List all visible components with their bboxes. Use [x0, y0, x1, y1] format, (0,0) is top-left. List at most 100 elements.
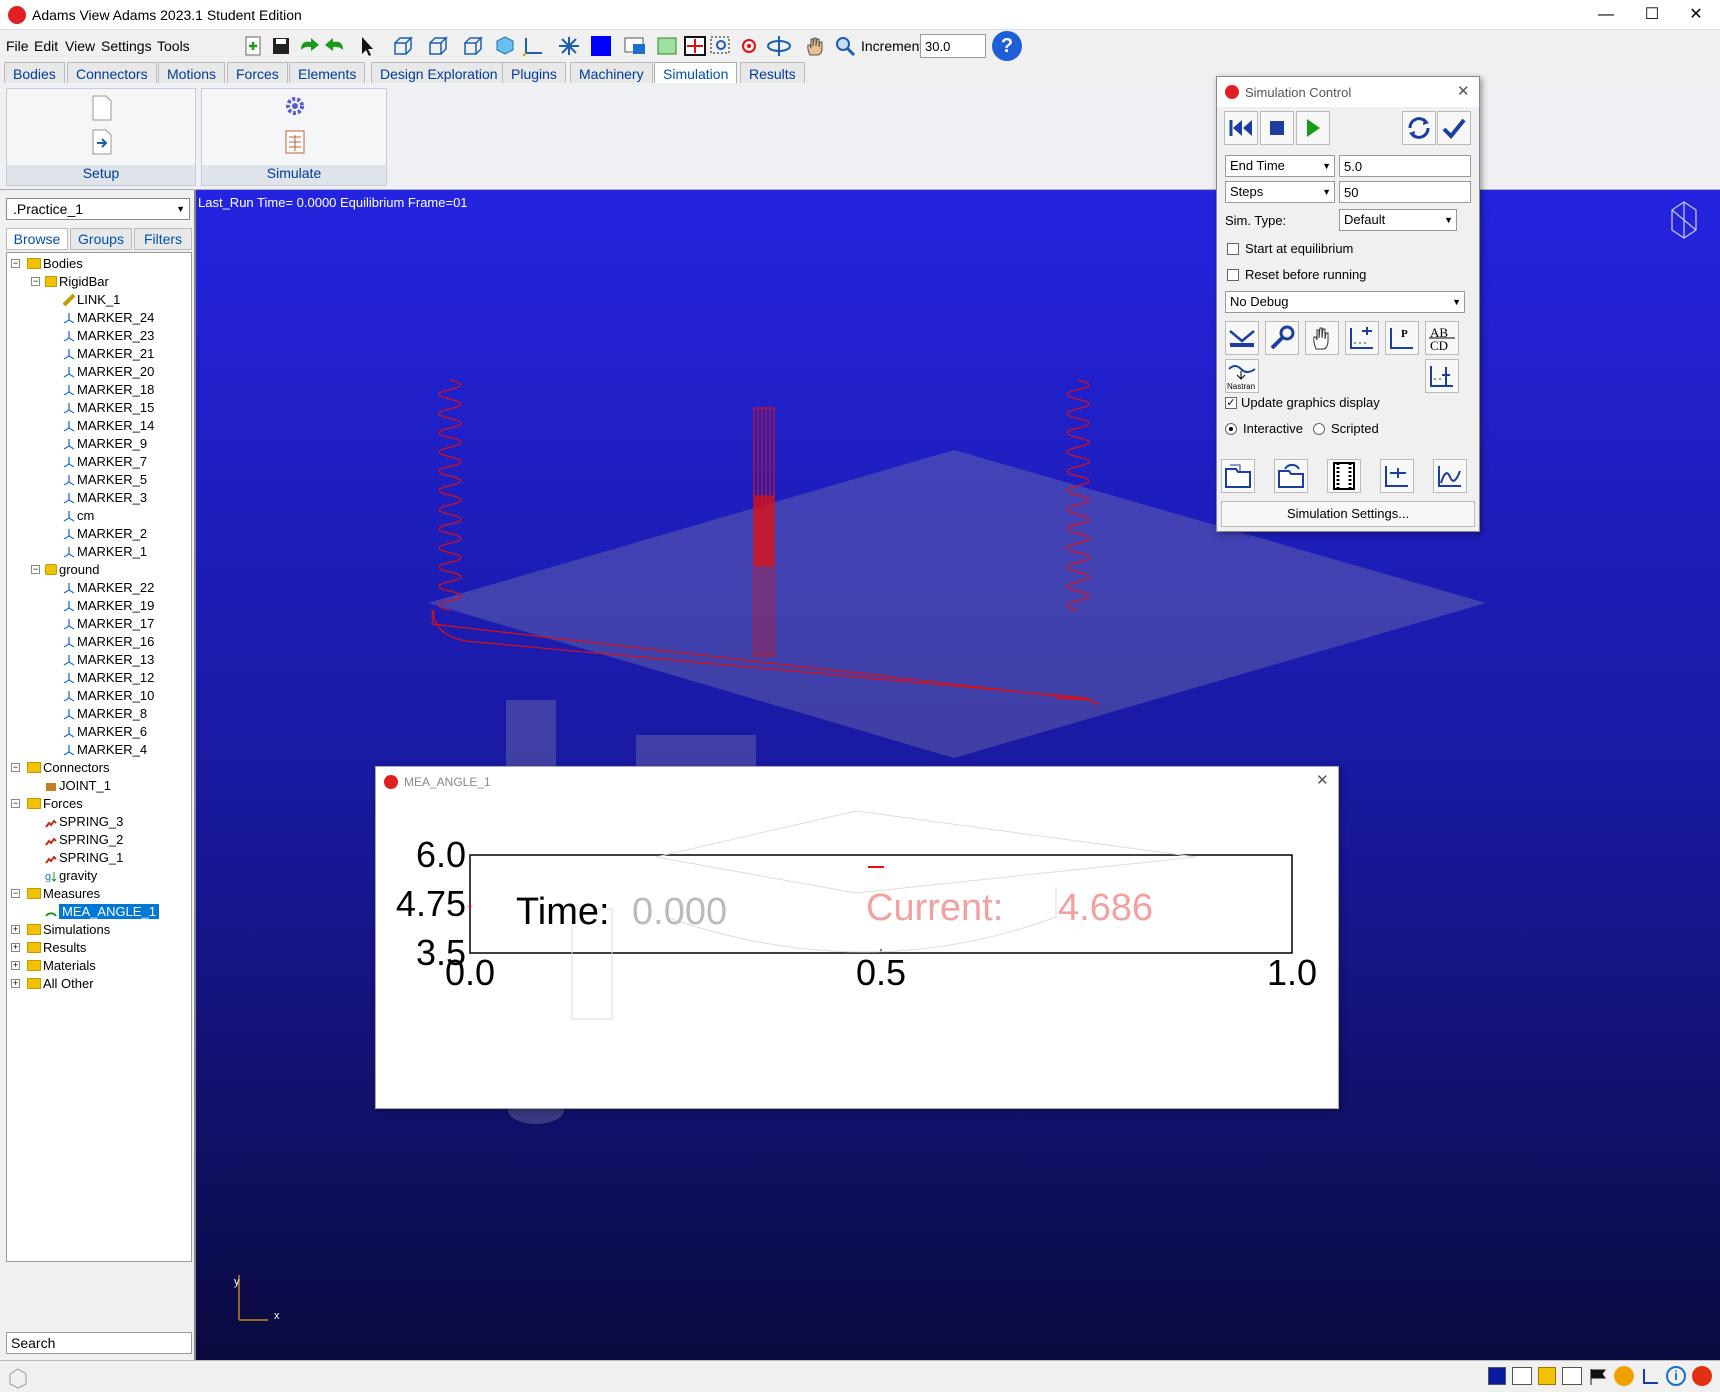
tree-item[interactable]: MARKER_15: [63, 399, 154, 417]
select-cursor-icon[interactable]: [354, 34, 380, 58]
tree-item[interactable]: MEA_ANGLE_1: [45, 903, 159, 921]
steps-input[interactable]: 50: [1339, 181, 1471, 203]
tree-expander[interactable]: −: [11, 259, 20, 268]
tree-item[interactable]: MARKER_24: [63, 309, 154, 327]
wrench-icon[interactable]: [1265, 321, 1299, 355]
tree-item[interactable]: MARKER_8: [63, 705, 147, 723]
globe-status-icon[interactable]: [1614, 1366, 1634, 1386]
undo-icon[interactable]: [322, 34, 348, 58]
tree-item[interactable]: MARKER_7: [63, 453, 147, 471]
tab-elements[interactable]: Elements: [289, 62, 366, 83]
tree-item[interactable]: MARKER_2: [63, 525, 147, 543]
steps-mode-select[interactable]: Steps ▼: [1225, 181, 1335, 203]
close-button[interactable]: ✕: [1676, 4, 1716, 26]
tree-expander[interactable]: −: [31, 565, 40, 574]
tab-design-exploration[interactable]: Design Exploration: [371, 62, 507, 83]
menu-view[interactable]: View: [65, 38, 95, 54]
tree-item[interactable]: MARKER_13: [63, 651, 154, 669]
increment-input[interactable]: [920, 34, 986, 58]
tree-item[interactable]: Bodies: [27, 255, 83, 273]
tree-expander[interactable]: −: [11, 889, 20, 898]
tree-item[interactable]: SPRING_2: [45, 831, 123, 849]
tab-connectors[interactable]: Connectors: [67, 62, 157, 83]
tree-item[interactable]: SPRING_1: [45, 849, 123, 867]
tree-item[interactable]: MARKER_16: [63, 633, 154, 651]
debug-select[interactable]: No Debug ▼: [1225, 291, 1465, 313]
tab-simulation[interactable]: Simulation: [654, 62, 738, 83]
confirm-check-icon[interactable]: [1437, 111, 1471, 145]
view-top-icon[interactable]: [460, 34, 486, 58]
render-mode-icon[interactable]: [556, 34, 582, 58]
tree-item[interactable]: MARKER_5: [63, 471, 147, 489]
browser-tab-groups[interactable]: Groups: [70, 228, 132, 250]
tree-item[interactable]: MARKER_14: [63, 417, 154, 435]
calculator-icon[interactable]: [284, 129, 306, 158]
play-button[interactable]: [1296, 111, 1330, 145]
tree-item[interactable]: Connectors: [27, 759, 109, 777]
tree-expander[interactable]: +: [11, 943, 20, 952]
maximize-button[interactable]: ☐: [1632, 4, 1672, 26]
tree-item[interactable]: All Other: [27, 975, 94, 993]
import-icon[interactable]: [91, 129, 113, 158]
tab-results[interactable]: Results: [740, 62, 805, 83]
tree-item[interactable]: MARKER_23: [63, 327, 154, 345]
browser-tab-filters[interactable]: Filters: [134, 228, 192, 250]
tree-item[interactable]: MARKER_6: [63, 723, 147, 741]
folder-status-icon[interactable]: [1538, 1367, 1556, 1385]
view-iso-icon[interactable]: [492, 34, 518, 58]
center-icon[interactable]: [736, 34, 762, 58]
measure-plot-icon[interactable]: [1380, 459, 1414, 493]
fit-view-icon[interactable]: [654, 34, 680, 58]
tree-item[interactable]: SPRING_3: [45, 813, 123, 831]
tree-expander[interactable]: −: [11, 763, 20, 772]
tree-item[interactable]: Measures: [27, 885, 100, 903]
update-graphics-checkbox[interactable]: ✓: [1225, 397, 1237, 409]
tree-item[interactable]: Results: [27, 939, 86, 957]
tree-item[interactable]: Simulations: [27, 921, 110, 939]
scripted-radio[interactable]: [1313, 423, 1325, 435]
tree-expander[interactable]: +: [11, 925, 20, 934]
view-cube-icon[interactable]: [1671, 201, 1697, 239]
ribbon-setup-label[interactable]: Setup: [7, 165, 195, 185]
settings-gear-icon[interactable]: [284, 95, 306, 120]
tree-item[interactable]: LINK_1: [63, 291, 120, 309]
rewind-button[interactable]: [1224, 111, 1258, 145]
view-front-icon[interactable]: [390, 34, 416, 58]
tree-item[interactable]: MARKER_9: [63, 435, 147, 453]
tree-item[interactable]: JOINT_1: [45, 777, 111, 795]
tree-expander[interactable]: +: [11, 961, 20, 970]
reset-before-checkbox[interactable]: [1227, 269, 1239, 281]
tree-item[interactable]: MARKER_10: [63, 687, 154, 705]
stop-status-icon[interactable]: [1692, 1366, 1712, 1386]
color-icon[interactable]: [588, 34, 614, 58]
tab-bodies[interactable]: Bodies: [4, 62, 65, 83]
tree-item[interactable]: g gravity: [45, 867, 97, 885]
tab-forces[interactable]: Forces: [227, 62, 288, 83]
tree-item[interactable]: Forces: [27, 795, 83, 813]
coordinate-status-icon[interactable]: [1640, 1367, 1660, 1385]
tree-expander[interactable]: +: [11, 979, 20, 988]
interactive-hand-icon[interactable]: [1305, 321, 1339, 355]
start-equilibrium-checkbox[interactable]: [1227, 243, 1239, 255]
view-side-icon[interactable]: [425, 34, 451, 58]
search-input[interactable]: Search: [6, 1332, 192, 1354]
end-time-input[interactable]: 5.0: [1339, 155, 1471, 177]
plot-status-icon[interactable]: [1512, 1367, 1532, 1385]
reset-button[interactable]: [1402, 111, 1436, 145]
tree-item[interactable]: ground: [45, 561, 99, 579]
tree-item[interactable]: MARKER_18: [63, 381, 154, 399]
save-icon[interactable]: [268, 34, 294, 58]
text-abcd-icon[interactable]: AB CD: [1425, 321, 1459, 355]
sensor-icon[interactable]: [1225, 321, 1259, 355]
background-color-icon[interactable]: [1488, 1367, 1506, 1385]
load-run-icon[interactable]: [1274, 459, 1308, 493]
window-layout-icon[interactable]: [622, 34, 648, 58]
new-model-icon[interactable]: [240, 34, 266, 58]
minimize-button[interactable]: —: [1586, 4, 1626, 26]
menu-tools[interactable]: Tools: [157, 38, 190, 54]
tree-item[interactable]: MARKER_3: [63, 489, 147, 507]
pan-hand-icon[interactable]: [802, 34, 828, 58]
tree-expander[interactable]: −: [11, 799, 20, 808]
menu-settings[interactable]: Settings: [101, 38, 152, 54]
tree-item[interactable]: MARKER_1: [63, 543, 147, 561]
